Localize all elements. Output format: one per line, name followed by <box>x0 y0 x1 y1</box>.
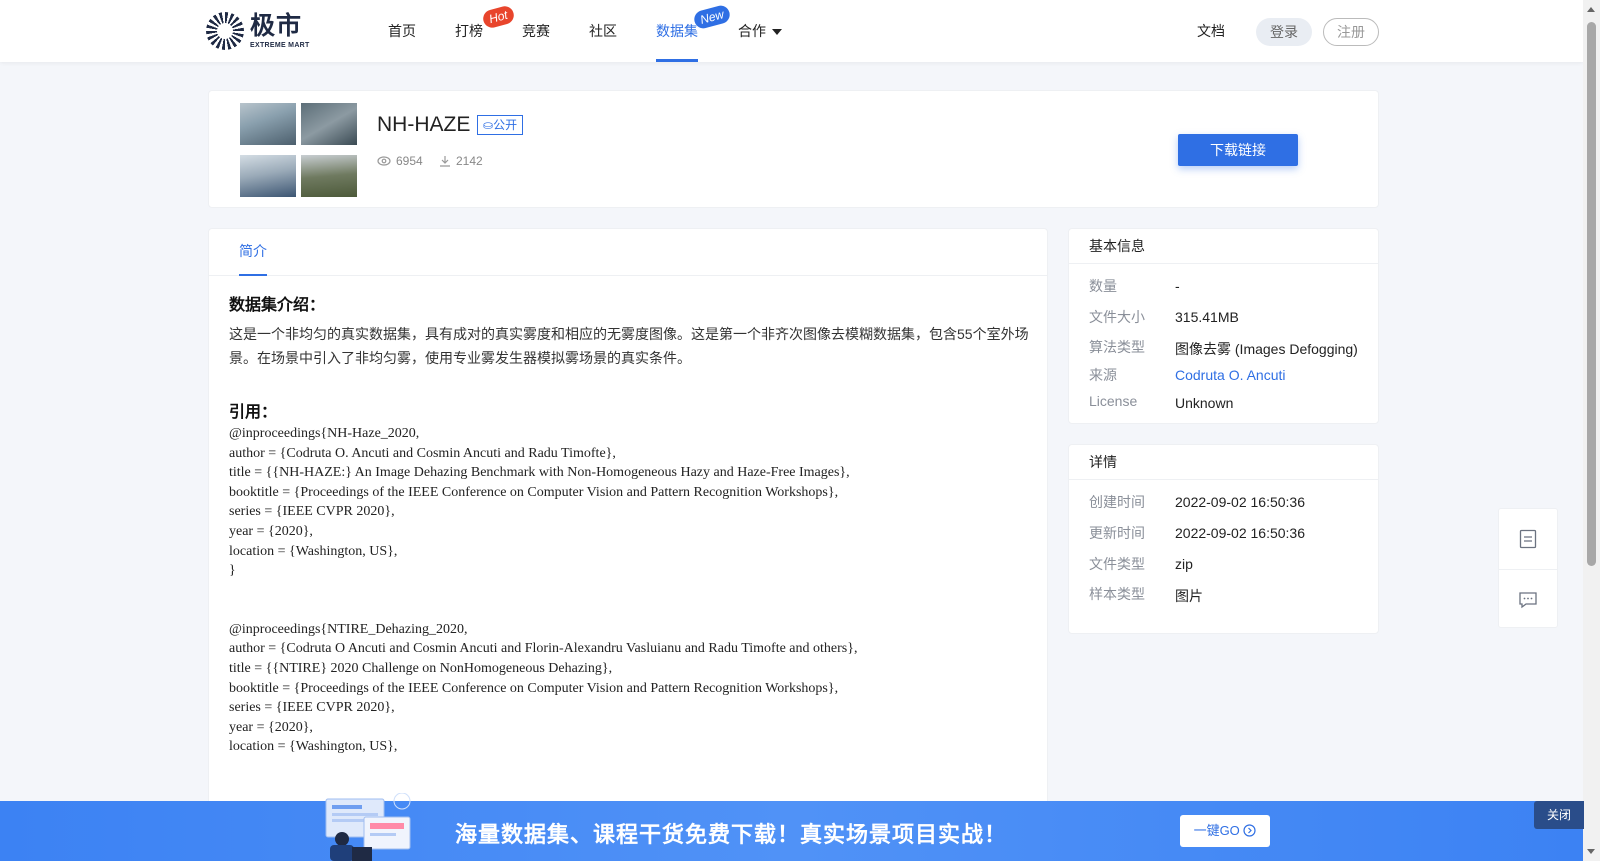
thumbnail-image <box>240 155 296 197</box>
main-nav: 首页 打榜 Hot 竞赛 社区 数据集 New 合作 <box>368 0 782 62</box>
nav-home[interactable]: 首页 <box>388 0 416 62</box>
nav-competition[interactable]: 竞赛 <box>522 0 550 62</box>
description-content: 数据集介绍： 这是一个非均匀的真实数据集，具有成对的真实雾度和相应的无雾度图像。… <box>229 291 1029 757</box>
citation-line: author = {Codruta O. Ancuti and Cosmin A… <box>229 445 616 461</box>
citation-line: booktitle = {Proceedings of the IEEE Con… <box>229 680 839 696</box>
citation-heading: 引用： <box>229 404 278 421</box>
nav-community[interactable]: 社区 <box>589 0 617 62</box>
logo[interactable]: 极市 EXTREME MART <box>206 12 310 50</box>
banner-illustration <box>325 793 411 861</box>
dataset-thumbnails <box>240 103 358 199</box>
citation-line: author = {Codruta O Ancuti and Cosmin An… <box>229 641 858 657</box>
citation-line: } <box>229 563 236 579</box>
nav-datasets[interactable]: 数据集 New <box>656 0 732 62</box>
citation-line: series = {IEEE CVPR 2020}, <box>229 504 395 520</box>
view-count: 6954 <box>377 154 423 168</box>
basic-info-title: 基本信息 <box>1069 229 1378 264</box>
comment-icon <box>1519 591 1537 608</box>
info-row-license: License Unknown <box>1089 393 1234 411</box>
visibility-tag: ⛀公开 <box>477 115 524 135</box>
intro-text: 这是一个非均匀的真实数据集，具有成对的真实雾度和相应的无雾度图像。这是第一个非齐… <box>229 326 1029 366</box>
download-link-button[interactable]: 下载链接 <box>1178 134 1298 166</box>
page-scrollbar[interactable] <box>1583 0 1600 861</box>
go-button[interactable]: 一键GO <box>1180 815 1270 847</box>
eye-icon <box>377 156 391 166</box>
floating-toolbar <box>1498 508 1558 628</box>
hot-badge: Hot <box>481 4 516 30</box>
top-navbar: 极市 EXTREME MART 首页 打榜 Hot 竞赛 社区 数据集 New … <box>0 0 1583 62</box>
citation-line: title = {{NH-HAZE:} An Image Dehazing Be… <box>229 465 850 481</box>
citation-line: @inproceedings{NTIRE_Dehazing_2020, <box>229 621 468 637</box>
note-icon <box>1519 529 1537 549</box>
tab-intro[interactable]: 简介 <box>239 229 267 276</box>
dataset-header-card: NH-HAZE ⛀公开 6954 2142 下载链接 <box>208 90 1379 208</box>
details-title: 详情 <box>1069 445 1378 480</box>
dataset-title: NH-HAZE <box>377 113 471 136</box>
banner-slogan: 海量数据集、课程干货免费下载！真实场景项目实战！ <box>455 822 1008 847</box>
login-button[interactable]: 登录 <box>1256 18 1312 46</box>
download-count: 2142 <box>439 154 483 168</box>
logo-name: 极市 <box>250 11 303 40</box>
citation-line: year = {2020}, <box>229 719 313 735</box>
feedback-button[interactable] <box>1499 569 1557 629</box>
citation-line: location = {Washington, US}, <box>229 739 398 755</box>
detail-row-sampletype: 样本类型 图片 <box>1089 586 1203 604</box>
citation-line: year = {2020}, <box>229 523 313 539</box>
citation-line: location = {Washington, US}, <box>229 543 398 559</box>
dataset-description-card: 简介 数据集介绍： 这是一个非均匀的真实数据集，具有成对的真实雾度和相应的无雾度… <box>208 228 1048 861</box>
thumbnail-image <box>301 103 357 145</box>
source-link[interactable]: Codruta O. Ancuti <box>1175 367 1286 383</box>
tab-bar: 简介 <box>209 229 1047 276</box>
basic-info-card: 基本信息 数量 - 文件大小 315.41MB 算法类型 图像去雾 (Images D… <box>1068 228 1379 424</box>
banner-close-button[interactable]: 关闭 <box>1534 801 1584 829</box>
citation-line: @inproceedings{NH-Haze_2020, <box>229 426 420 441</box>
intro-heading: 数据集介绍： <box>229 297 326 314</box>
nav-cooperation[interactable]: 合作 <box>738 0 782 62</box>
detail-row-created: 创建时间 2022-09-02 16:50:36 <box>1089 494 1305 510</box>
citation-line: series = {IEEE CVPR 2020}, <box>229 700 395 716</box>
scroll-down-arrow[interactable] <box>1587 849 1595 854</box>
thumbnail-image <box>240 103 296 145</box>
lock-icon: ⛀ <box>483 118 494 132</box>
nav-leaderboard[interactable]: 打榜 Hot <box>455 0 516 62</box>
citation-block: @inproceedings{NH-Haze_2020, author = {C… <box>229 424 1029 757</box>
citation-line: booktitle = {Proceedings of the IEEE Con… <box>229 484 839 500</box>
info-row-algorithm: 算法类型 图像去雾 (Images Defogging) <box>1089 339 1358 357</box>
detail-row-filetype: 文件类型 zip <box>1089 556 1193 572</box>
logo-icon <box>206 12 244 50</box>
thumbnail-image <box>301 155 357 197</box>
detail-row-updated: 更新时间 2022-09-02 16:50:36 <box>1089 525 1305 541</box>
download-icon <box>440 156 450 167</box>
scrollbar-thumb[interactable] <box>1587 22 1596 566</box>
logo-subtitle: EXTREME MART <box>250 41 310 49</box>
notes-button[interactable] <box>1499 509 1557 569</box>
register-button[interactable]: 注册 <box>1323 18 1379 46</box>
caret-down-icon <box>772 29 782 36</box>
docs-link[interactable]: 文档 <box>1197 0 1225 62</box>
citation-line: title = {{NTIRE} 2020 Challenge on NonHo… <box>229 660 613 676</box>
info-row-size: 文件大小 315.41MB <box>1089 309 1239 325</box>
new-badge: New <box>692 3 732 31</box>
promo-banner: 海量数据集、课程干货免费下载！真实场景项目实战！ 一键GO 关闭 <box>0 793 1584 861</box>
scroll-up-arrow[interactable] <box>1587 7 1595 12</box>
info-row-source: 来源 Codruta O. Ancuti <box>1089 367 1286 383</box>
info-row-count: 数量 - <box>1089 278 1180 294</box>
chevron-right-icon <box>1243 824 1257 837</box>
details-card: 详情 创建时间 2022-09-02 16:50:36 更新时间 2022-09-0… <box>1068 444 1379 634</box>
